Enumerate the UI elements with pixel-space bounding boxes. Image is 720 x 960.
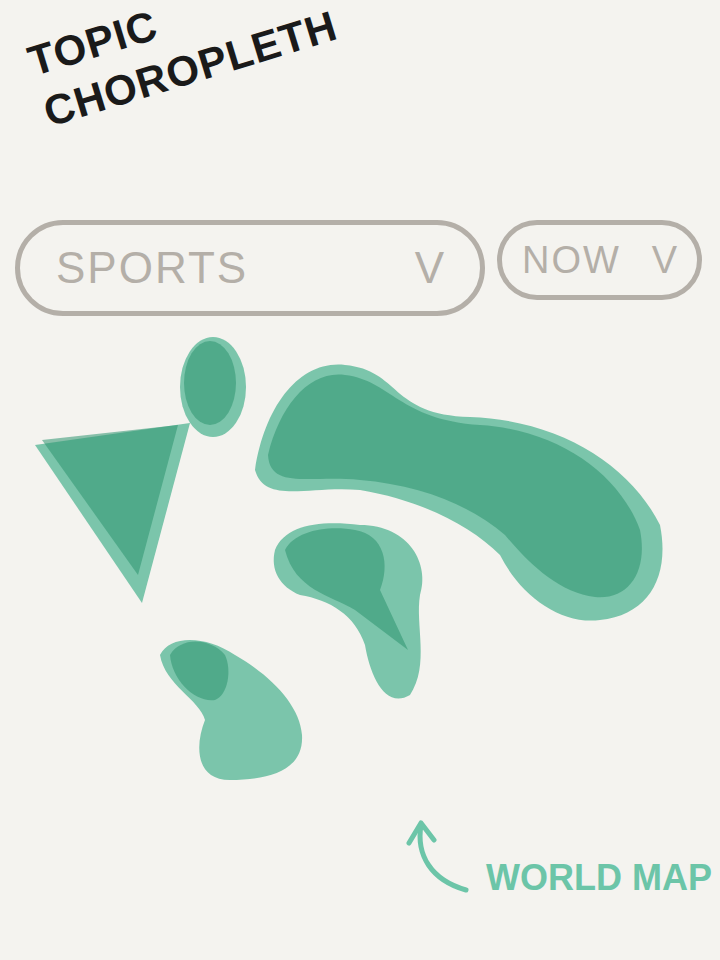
africa-shape [274, 523, 423, 698]
map-annotation: WORLD MAP [0, 795, 720, 905]
sketch-page: TOPIC CHOROPLETH SPORTS V NOW V WORLD MAP [0, 0, 720, 960]
south-america-shape [160, 640, 302, 780]
page-title: TOPIC CHOROPLETH [22, 0, 330, 138]
dropdown-label: NOW [522, 239, 621, 282]
filter-bar: SPORTS V NOW V [0, 205, 720, 325]
chevron-icon: V [415, 243, 444, 293]
curved-arrow-icon [406, 815, 476, 905]
greenland-shape [180, 337, 246, 437]
chevron-icon: V [652, 239, 677, 282]
dropdown-label: SPORTS [56, 243, 248, 293]
filter-dropdown[interactable]: SPORTS V [15, 220, 485, 316]
annotation-label: WORLD MAP [486, 857, 712, 905]
filter-dropdown[interactable]: NOW V [497, 220, 702, 300]
world-map[interactable] [0, 325, 720, 795]
north-america-shape [35, 423, 190, 603]
title-area: TOPIC CHOROPLETH [0, 0, 720, 205]
